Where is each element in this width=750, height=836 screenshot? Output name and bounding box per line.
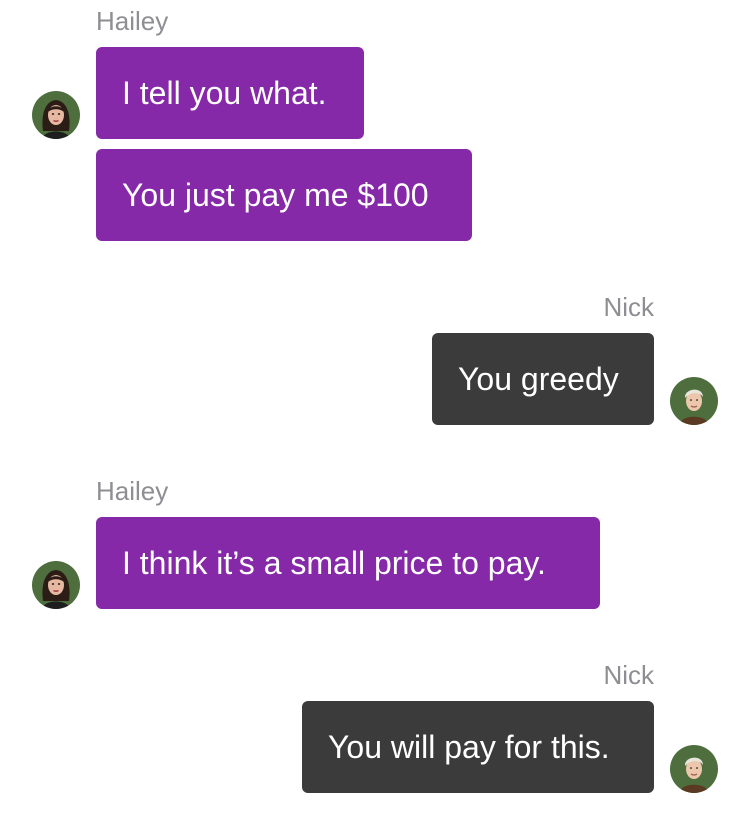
message-bubble[interactable]: You just pay me $100	[96, 149, 472, 241]
hailey-avatar-icon[interactable]	[32, 561, 80, 609]
message-bubble[interactable]: You greedy	[432, 333, 654, 425]
message-bubble[interactable]: You will pay for this.	[302, 701, 654, 793]
nick-avatar-icon[interactable]	[670, 377, 718, 425]
sender-name: Nick	[603, 292, 654, 322]
sender-name: Nick	[603, 660, 654, 690]
message-bubble[interactable]: I tell you what.	[96, 47, 364, 139]
hailey-avatar-icon[interactable]	[32, 91, 80, 139]
nick-avatar-icon[interactable]	[670, 745, 718, 793]
sender-name: Hailey	[96, 476, 169, 506]
message-bubble[interactable]: I think it’s a small price to pay.	[96, 517, 600, 609]
sender-name: Hailey	[96, 6, 169, 36]
